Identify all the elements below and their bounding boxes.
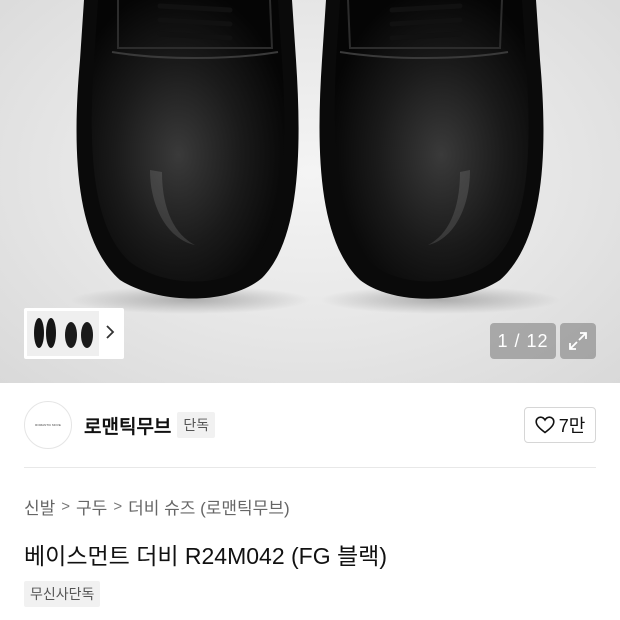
breadcrumb-item[interactable]: 신발 [24,494,55,519]
breadcrumb: 신발 > 구두 > 더비 슈즈 (로맨틱무브) [24,494,290,519]
thumbnail-strip[interactable] [24,308,124,359]
shoe-thumbnail[interactable] [27,311,99,356]
breadcrumb-separator-icon: > [61,497,71,515]
chevron-right-icon[interactable] [99,323,121,344]
divider [24,467,596,468]
brand-logo-text: ROMANTIC MOVE [35,423,61,427]
product-title: 베이스먼트 더비 R24M042 (FG 블랙) [24,543,387,569]
expand-icon [569,332,587,350]
heart-icon [535,416,555,434]
image-counter: 1 / 12 [490,323,556,359]
exclusive-badge: 단독 [177,412,216,438]
brand-name[interactable]: 로맨틱무브 [84,412,171,439]
product-image-gallery[interactable]: 1 / 12 [0,0,620,383]
like-count: 7만 [558,416,586,436]
musinsa-exclusive-tag: 무신사단독 [24,581,101,607]
brand-row: ROMANTIC MOVE 로맨틱무브 단독 7만 [24,400,596,450]
breadcrumb-item[interactable]: 더비 슈즈 (로맨틱무브) [128,494,290,519]
shoe-thumbnail-image [34,318,93,348]
breadcrumb-item[interactable]: 구두 [76,494,107,519]
brand-logo[interactable]: ROMANTIC MOVE [24,401,72,449]
breadcrumb-separator-icon: > [113,497,123,515]
expand-button[interactable] [560,323,596,359]
like-button[interactable]: 7만 [524,407,596,443]
